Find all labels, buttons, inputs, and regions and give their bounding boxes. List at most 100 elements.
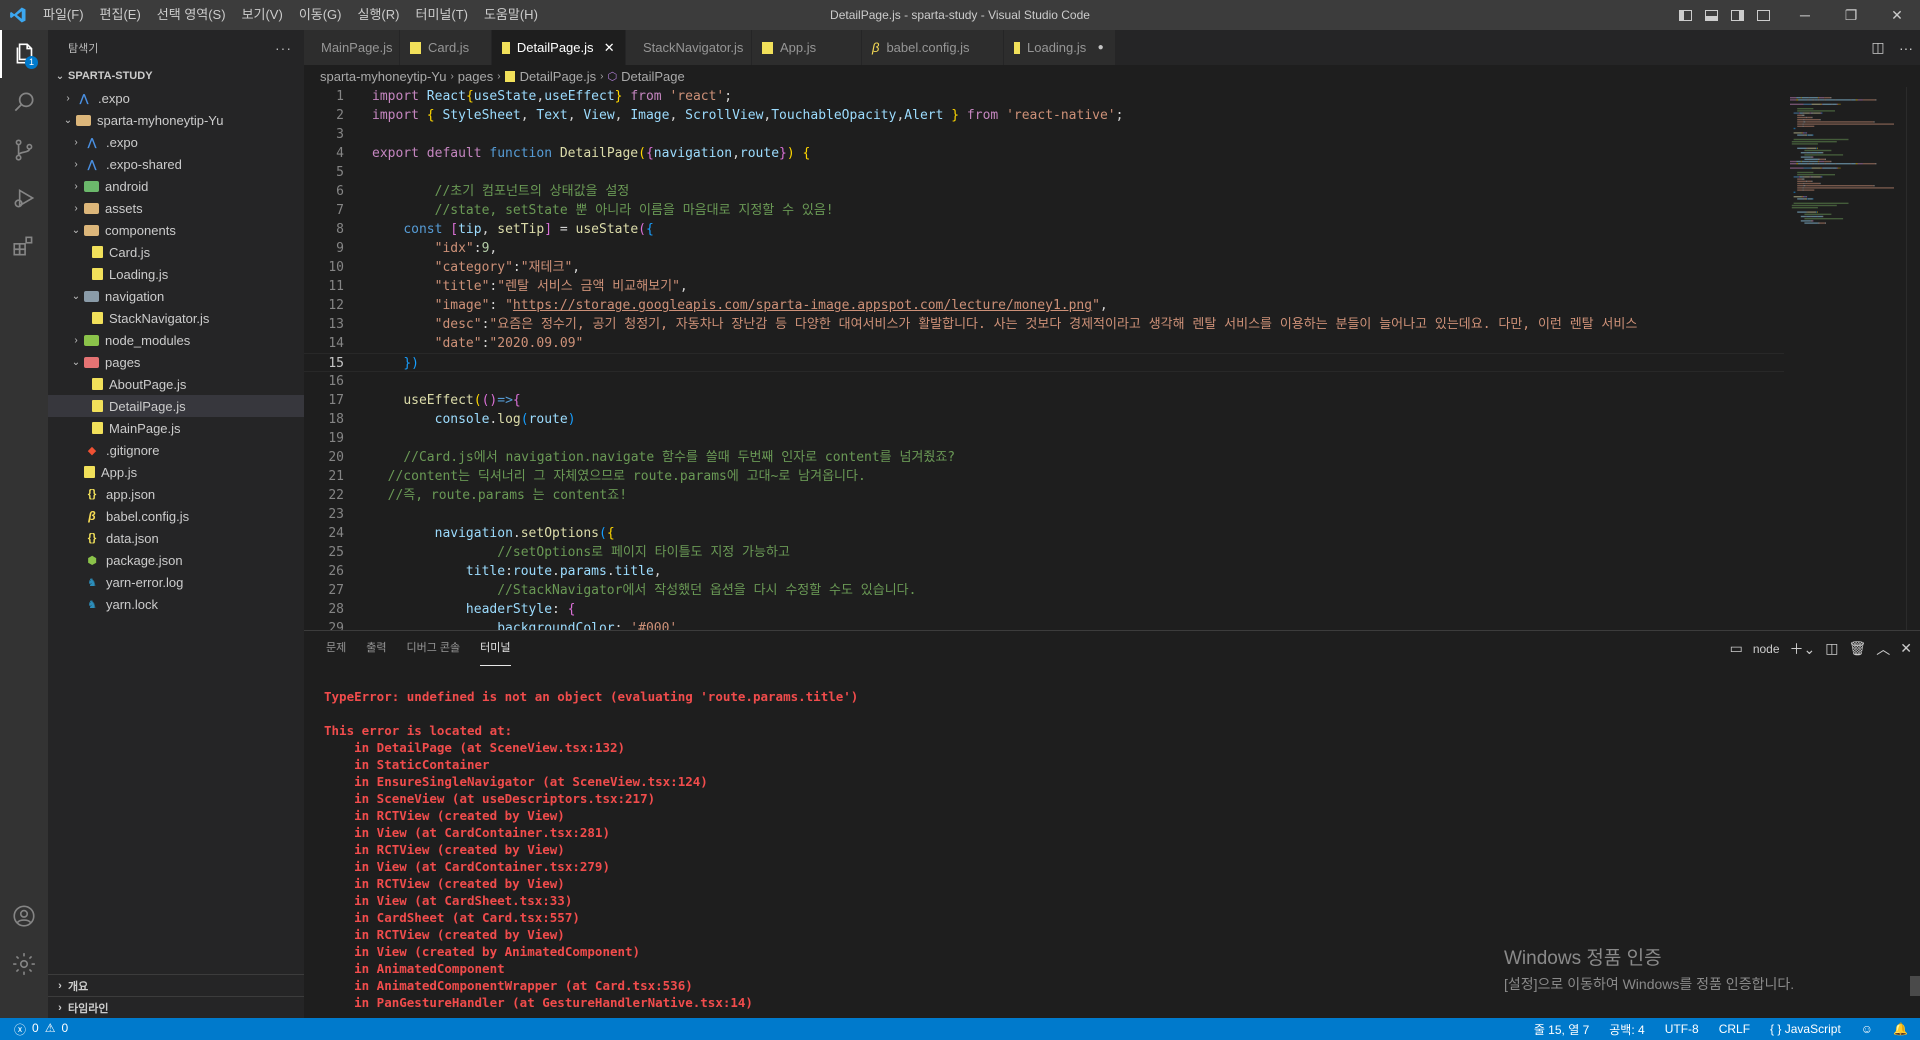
code-line[interactable]: 15 }) <box>304 353 1784 372</box>
tree-item[interactable]: ♞ yarn.lock <box>48 593 304 615</box>
close-panel-icon[interactable]: ✕ <box>1900 640 1912 657</box>
terminal-shell-name[interactable]: node <box>1753 642 1780 656</box>
tree-item[interactable]: MainPage.js <box>48 417 304 439</box>
code-line[interactable]: 11 "title":"렌탈 서비스 금액 비교해보기", <box>304 277 1784 296</box>
tree-item[interactable]: ⌄ pages <box>48 351 304 373</box>
toggle-secondary-sidebar-icon[interactable] <box>1724 0 1750 30</box>
code-line[interactable]: 29 backgroundColor: '#000', <box>304 619 1784 630</box>
customize-layout-icon[interactable] <box>1750 0 1776 30</box>
editor-tab[interactable]: MainPage.js <box>304 30 400 65</box>
tree-item[interactable]: › ⋀ .expo <box>48 87 304 109</box>
new-terminal-icon[interactable]: ＋⌄ <box>1790 639 1816 659</box>
code-line[interactable]: 23 <box>304 505 1784 524</box>
code-line[interactable]: 21 //content는 딕셔너리 그 자체였으므로 route.params… <box>304 467 1784 486</box>
close-tab-icon[interactable]: ✕ <box>604 40 615 56</box>
menu-item[interactable]: 도움말(H) <box>476 0 546 30</box>
code-line[interactable]: 2 import { StyleSheet, Text, View, Image,… <box>304 106 1784 125</box>
tree-item[interactable]: ♞ yarn-error.log <box>48 571 304 593</box>
code-line[interactable]: 20 //Card.js에서 navigation.navigate 함수를 쓸… <box>304 448 1784 467</box>
restore-button[interactable]: ❐ <box>1828 0 1874 30</box>
code-line[interactable]: 5 <box>304 163 1784 182</box>
explorer-icon[interactable]: 1 <box>0 30 48 78</box>
minimap[interactable] <box>1784 87 1906 630</box>
tree-item[interactable]: App.js <box>48 461 304 483</box>
editor-scrollbar[interactable] <box>1906 87 1920 630</box>
line-ending[interactable]: CRLF <box>1719 1022 1750 1036</box>
tree-item[interactable]: › node_modules <box>48 329 304 351</box>
panel-tab[interactable]: 출력 <box>366 631 386 666</box>
menu-item[interactable]: 선택 영역(S) <box>149 0 234 30</box>
notifications-bell-icon[interactable]: 🔔 <box>1893 1022 1908 1036</box>
code-line[interactable]: 28 headerStyle: { <box>304 600 1784 619</box>
editor-tab[interactable]: Card.js <box>400 30 492 65</box>
code-line[interactable]: 18 console.log(route) <box>304 410 1784 429</box>
trash-icon[interactable]: 🗑 <box>1848 640 1866 657</box>
split-terminal-icon[interactable]: ◫ <box>1825 640 1838 657</box>
feedback-icon[interactable]: ☺ <box>1861 1022 1873 1036</box>
editor-tab[interactable]: Loading.js ● <box>1004 30 1116 65</box>
toggle-sidebar-icon[interactable] <box>1672 0 1698 30</box>
more-actions-icon[interactable]: ··· <box>275 40 292 56</box>
workspace-root[interactable]: ⌄ SPARTA-STUDY <box>48 65 304 87</box>
code-line[interactable]: 1 import React{useState,useEffect} from '… <box>304 87 1784 106</box>
code-line[interactable]: 19 <box>304 429 1784 448</box>
run-debug-icon[interactable] <box>0 174 48 222</box>
search-icon[interactable] <box>0 78 48 126</box>
split-editor-icon[interactable]: ◫ <box>1864 39 1892 56</box>
more-actions-icon[interactable]: ··· <box>1892 40 1920 56</box>
code-line[interactable]: 24 navigation.setOptions({ <box>304 524 1784 543</box>
breadcrumb-item[interactable]: DetailPage.js <box>520 69 597 84</box>
code-line[interactable]: 27 //StackNavigator에서 작성했던 옵션을 다시 수정할 수도… <box>304 581 1784 600</box>
tree-item[interactable]: StackNavigator.js <box>48 307 304 329</box>
code-line[interactable]: 26 title:route.params.title, <box>304 562 1784 581</box>
indentation[interactable]: 공백: 4 <box>1609 1021 1644 1038</box>
editor-tab[interactable]: StackNavigator.js <box>626 30 752 65</box>
toggle-panel-icon[interactable] <box>1698 0 1724 30</box>
encoding[interactable]: UTF-8 <box>1665 1022 1699 1036</box>
tree-item[interactable]: ⌄ navigation <box>48 285 304 307</box>
tree-item[interactable]: DetailPage.js <box>48 395 304 417</box>
tree-item[interactable]: {} data.json <box>48 527 304 549</box>
menu-item[interactable]: 이동(G) <box>291 0 350 30</box>
tree-item[interactable]: AboutPage.js <box>48 373 304 395</box>
sidebar-section-header[interactable]: › 개요 <box>48 974 304 996</box>
tree-item[interactable]: {} app.json <box>48 483 304 505</box>
code-line[interactable]: 25 //setOptions로 페이지 타이틀도 지정 가능하고 <box>304 543 1784 562</box>
editor-tab[interactable]: β babel.config.js <box>862 30 1004 65</box>
code-line[interactable]: 9 "idx":9, <box>304 239 1784 258</box>
sidebar-section-header[interactable]: › 타임라인 <box>48 996 304 1018</box>
unsaved-dot-icon[interactable]: ● <box>1096 42 1105 53</box>
tree-item[interactable]: ⌄ sparta-myhoneytip-Yu <box>48 109 304 131</box>
code-line[interactable]: 3 <box>304 125 1784 144</box>
tree-item[interactable]: Loading.js <box>48 263 304 285</box>
code-editor[interactable]: 1 import React{useState,useEffect} from '… <box>304 87 1784 630</box>
tree-item[interactable]: ⬢ package.json <box>48 549 304 571</box>
panel-tab[interactable]: 터미널 <box>480 631 511 666</box>
terminal-scrollbar[interactable] <box>1910 976 1920 996</box>
menu-item[interactable]: 터미널(T) <box>407 0 475 30</box>
code-line[interactable]: 14 "date":"2020.09.09" <box>304 334 1784 353</box>
cursor-position[interactable]: 줄 15, 열 7 <box>1534 1021 1589 1038</box>
tree-item[interactable]: β babel.config.js <box>48 505 304 527</box>
code-line[interactable]: 8 const [tip, setTip] = useState({ <box>304 220 1784 239</box>
code-line[interactable]: 4 export default function DetailPage({nav… <box>304 144 1784 163</box>
account-icon[interactable] <box>0 892 48 940</box>
settings-gear-icon[interactable] <box>0 940 48 988</box>
source-control-icon[interactable] <box>0 126 48 174</box>
code-line[interactable]: 12 "image": "https://storage.googleapis.… <box>304 296 1784 315</box>
tree-item[interactable]: › android <box>48 175 304 197</box>
panel-tab[interactable]: 디버그 콘솔 <box>407 631 461 666</box>
tree-item[interactable]: ◆ .gitignore <box>48 439 304 461</box>
code-line[interactable]: 13 "desc":"요즘은 정수기, 공기 청정기, 자동차나 장난감 등 다… <box>304 315 1784 334</box>
breadcrumb-item[interactable]: DetailPage <box>621 69 685 84</box>
breadcrumb-item[interactable]: sparta-myhoneytip-Yu <box>320 69 446 84</box>
code-line[interactable]: 10 "category":"재테크", <box>304 258 1784 277</box>
close-window-button[interactable]: ✕ <box>1874 0 1920 30</box>
menu-item[interactable]: 실행(R) <box>350 0 408 30</box>
editor-tab[interactable]: DetailPage.js ✕ <box>492 30 626 65</box>
panel-tab[interactable]: 문제 <box>326 631 346 666</box>
problems-status[interactable]: ⓧ 0 ⚠ 0 <box>0 1021 68 1038</box>
tree-item[interactable]: Card.js <box>48 241 304 263</box>
minimize-button[interactable]: ─ <box>1782 0 1828 30</box>
tree-item[interactable]: › ⋀ .expo <box>48 131 304 153</box>
